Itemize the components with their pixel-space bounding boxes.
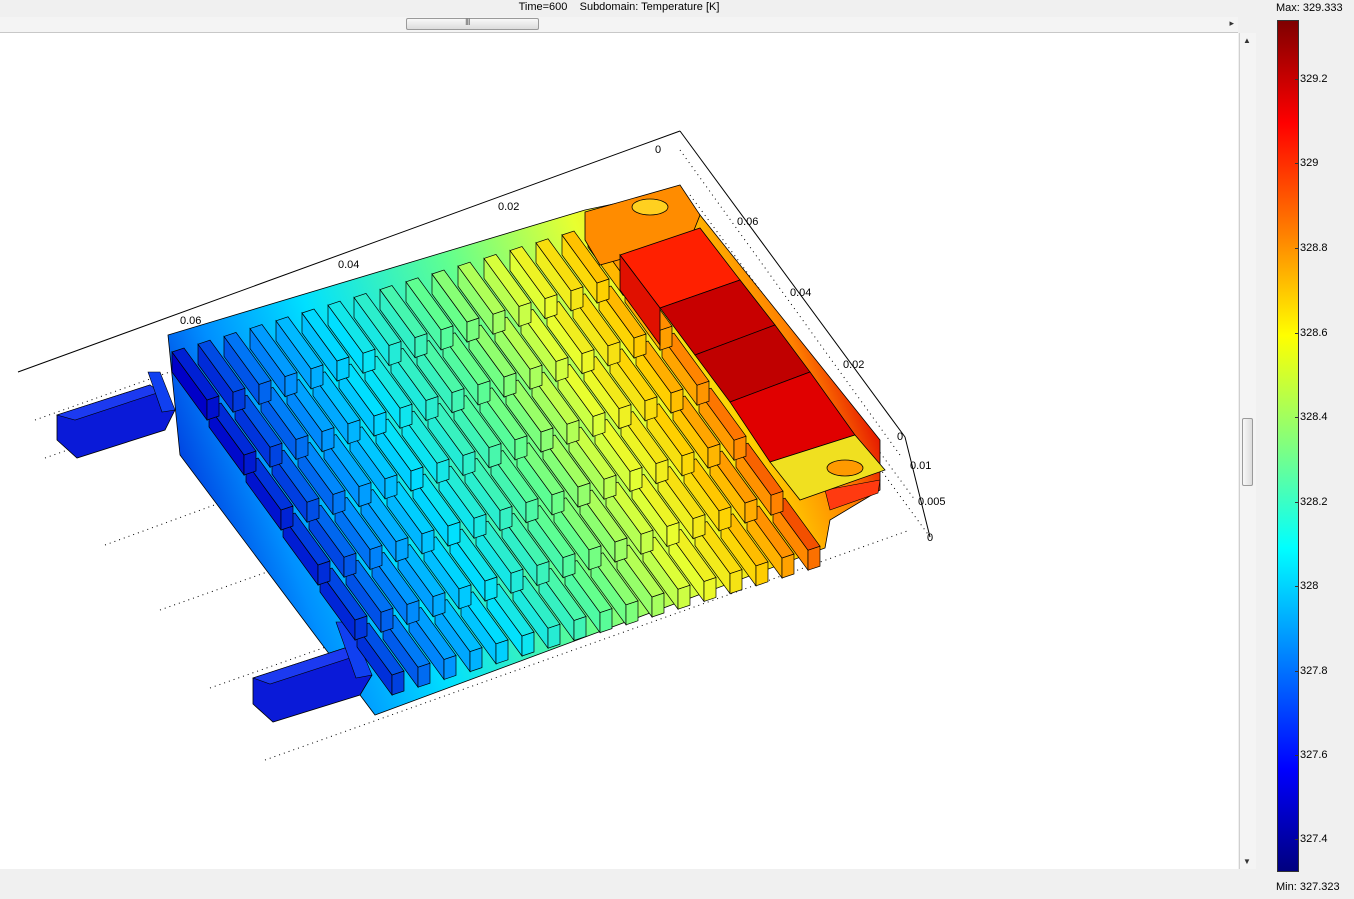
horizontal-scroll-thumb[interactable]: III: [406, 17, 539, 30]
mounting-tab-left: [55, 371, 176, 459]
colorbar-tick: 328.4: [1295, 411, 1328, 423]
colorbar-tick: 328.2: [1295, 496, 1328, 508]
horizontal-scrollbar[interactable]: III ▸: [0, 17, 1238, 33]
colorbar-gradient: [1277, 20, 1299, 872]
vertical-scrollbar[interactable]: ▲ ▼: [1239, 33, 1256, 869]
plot-title: Time=600 Subdomain: Temperature [K]: [0, 0, 1238, 16]
colorbar-tick: 329: [1294, 157, 1319, 169]
vertical-scroll-thumb[interactable]: [1242, 418, 1253, 486]
time-label: Time=600: [518, 1, 568, 13]
colorbar-legend: Max: 329.333 329.2 329 328.8 328.6 328.4…: [1258, 0, 1354, 899]
x-tick-label: 0: [655, 144, 661, 156]
colorbar-max-label: Max: 329.333: [1276, 2, 1343, 14]
colorbar-tick: 328.6: [1295, 327, 1328, 339]
colorbar-tick: 328.8: [1295, 242, 1328, 254]
colorbar-tick: 327.8: [1295, 665, 1328, 677]
colorbar-tick: 327.6: [1295, 749, 1328, 761]
x-tick-label: 0.02: [498, 201, 519, 213]
y-tick-label: 0: [897, 431, 903, 443]
heat-sink-plot: 0 0.02 0.04 0.06 0.06 0.04 0.02 0 0.01 0…: [17, 130, 946, 761]
y-tick-label: 0.06: [737, 216, 758, 228]
scroll-right-arrow-icon[interactable]: ▸: [1229, 18, 1234, 29]
x-tick-label: 0.04: [338, 259, 359, 271]
status-area: [0, 869, 1258, 899]
subdomain-label: Subdomain: Temperature [K]: [579, 1, 720, 13]
colorbar-tick: 329.2: [1295, 73, 1328, 85]
z-tick-label: 0.005: [918, 496, 946, 508]
scroll-down-arrow-icon[interactable]: ▼: [1243, 857, 1251, 866]
z-tick-label: 0.01: [910, 460, 931, 472]
y-tick-label: 0.04: [790, 287, 811, 299]
colorbar-min-label: Min: 327.323: [1276, 881, 1340, 893]
colorbar-tick: 327.4: [1295, 833, 1328, 845]
x-tick-label: 0.06: [180, 315, 201, 327]
scroll-up-arrow-icon[interactable]: ▲: [1243, 36, 1251, 45]
colorbar-tick: 328: [1294, 580, 1319, 592]
scroll-grip-icon: III: [465, 17, 470, 27]
y-tick-label: 0.02: [843, 359, 864, 371]
plot-viewport[interactable]: 0 0.02 0.04 0.06 0.06 0.04 0.02 0 0.01 0…: [0, 33, 1238, 869]
z-tick-label: 0: [927, 532, 933, 544]
